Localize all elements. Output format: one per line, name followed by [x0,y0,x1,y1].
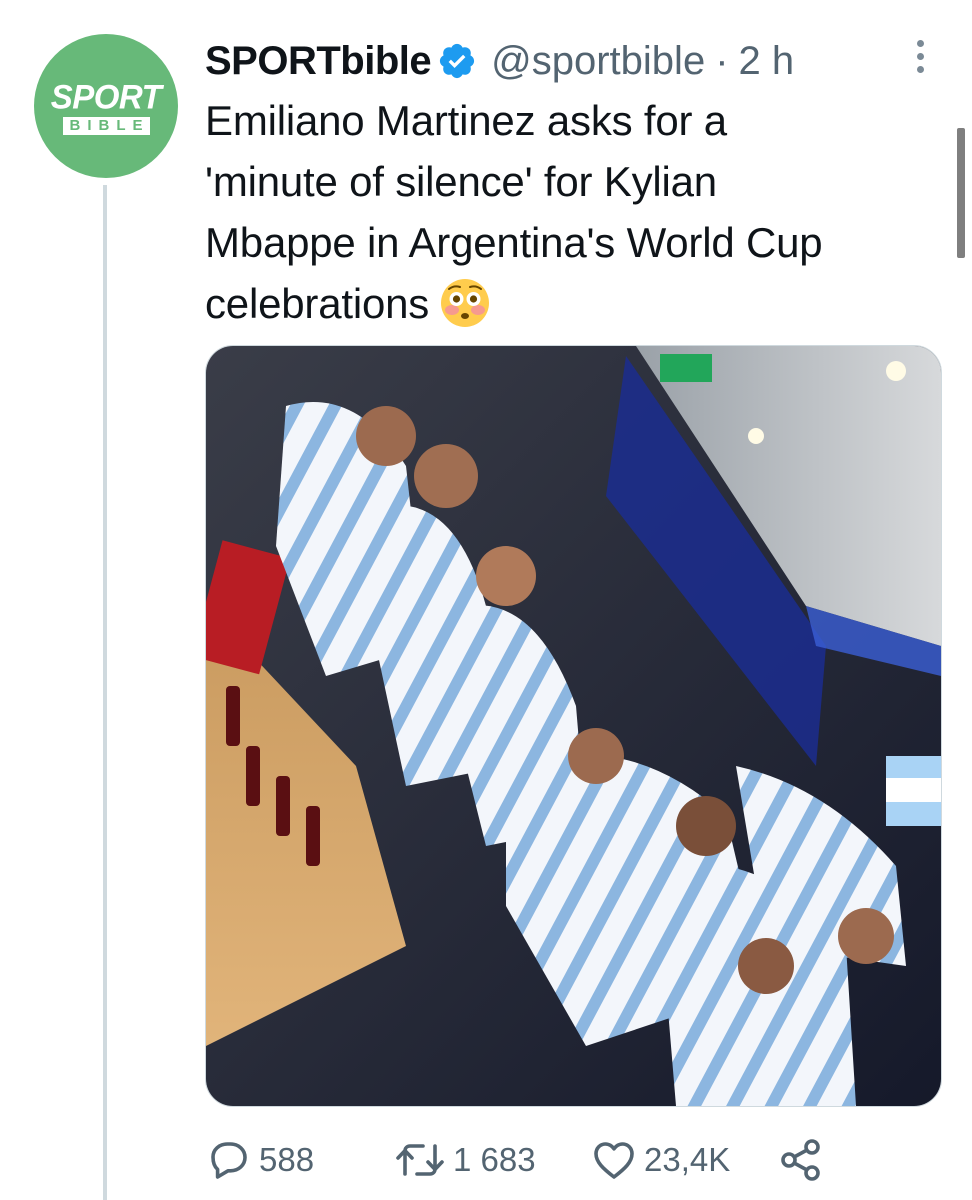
retweet-count: 1 683 [453,1141,536,1178]
scrollbar[interactable] [957,128,965,258]
tweet-text-line: 'minute of silence' for Kylian [205,158,717,205]
tweet-text: Emiliano Martinez asks for a 'minute of … [205,90,935,334]
verified-badge-icon [437,41,477,81]
separator-dot: · [715,38,729,83]
share-button[interactable] [777,1136,825,1184]
tweet-text-line: Emiliano Martinez asks for a [205,97,727,144]
tweet-media-image[interactable] [205,345,942,1107]
flushed-face-emoji-icon [439,277,491,329]
heart-icon [594,1142,634,1179]
handle[interactable]: @sportbible [491,39,705,84]
more-options-icon[interactable] [900,36,940,76]
tweet-text-fragment: celebrations [205,280,430,327]
tweet-header: SPORTbible @sportbible · 2 h [205,36,794,86]
reply-icon [211,1142,247,1179]
thread-line [103,185,107,1200]
like-button[interactable]: 23,4K [590,1136,730,1184]
display-name[interactable]: SPORTbible [205,39,432,84]
tweet-text-line: Mbappe in Argentina's World Cup [205,219,823,266]
tweet-actions: 588 1 683 23,4K [205,1130,935,1190]
avatar[interactable]: SPORT BIBLE [34,34,178,178]
share-icon [781,1139,820,1181]
timestamp[interactable]: 2 h [739,39,795,84]
retweet-icon [396,1144,444,1176]
retweet-button[interactable]: 1 683 [393,1136,536,1184]
reply-count: 588 [259,1141,315,1178]
tweet-text-line-last: celebrations [205,273,935,334]
like-count: 23,4K [644,1141,731,1178]
avatar-logo-text-top: SPORT [50,76,162,116]
reply-button[interactable]: 588 [205,1136,314,1184]
avatar-logo-text-bottom: BIBLE [62,116,150,135]
